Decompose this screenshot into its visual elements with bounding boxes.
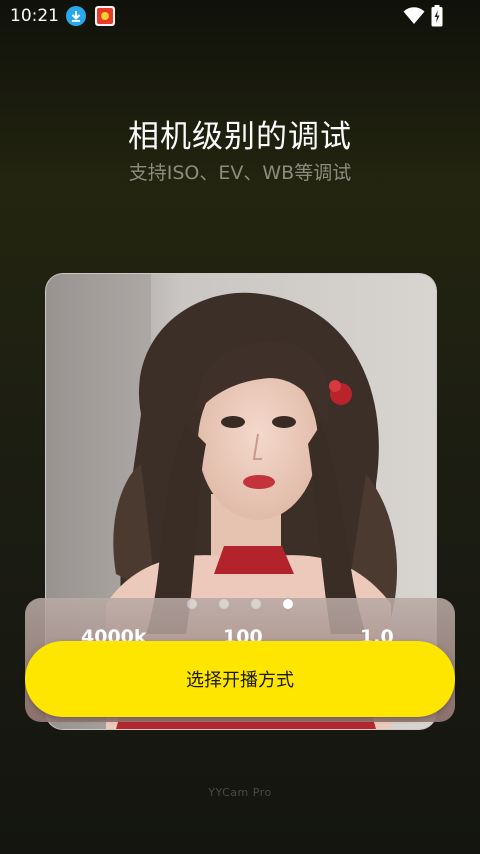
page-dot-2[interactable] [219, 599, 229, 609]
page-dot-3[interactable] [251, 599, 261, 609]
app-notification-icon [95, 6, 115, 26]
page-dot-1[interactable] [187, 599, 197, 609]
brand-wordmark: YYCam Pro [208, 786, 272, 799]
page-indicator [0, 597, 480, 611]
status-time: 10:21 [10, 6, 59, 26]
page-subtitle: 支持ISO、EV、WB等调试 [128, 162, 352, 184]
status-bar: 10:21 [0, 0, 480, 32]
page-dot-4-active[interactable] [283, 599, 293, 609]
page-title: 相机级别的调试 [128, 119, 352, 155]
download-icon [66, 6, 86, 26]
wifi-icon [403, 7, 425, 29]
battery-charging-icon [431, 5, 443, 31]
select-stream-mode-button[interactable]: 选择开播方式 [25, 641, 455, 717]
